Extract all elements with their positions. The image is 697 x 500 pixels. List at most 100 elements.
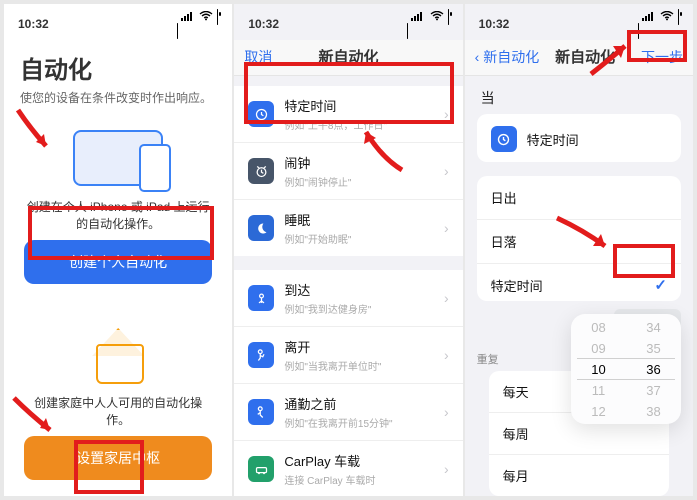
nav-title: 新自动化 — [318, 46, 378, 67]
row-sub: 例如"开始助眠" — [284, 231, 434, 246]
option-sunset[interactable]: 日落 — [477, 220, 681, 264]
status-bar: 10:32 — [4, 4, 232, 40]
repeat-option-label: 每月 — [503, 466, 655, 485]
option-specific[interactable]: 特定时间 ✓ — [477, 264, 681, 301]
option-label: 日出 — [491, 188, 667, 207]
phone-screen-3: 10:32 ‹ 新自动化 新自动化 下一步 当 特定时间 — [465, 4, 693, 496]
row-title: 通勤之前 — [284, 394, 434, 413]
devices-icon — [73, 130, 163, 186]
personal-automation-card: 创建在个人 iPhone 或 iPad 上运行的自动化操作。 创建个人自动化 — [18, 120, 218, 294]
leave-icon — [248, 342, 274, 368]
phone-screen-2: 10:32 取消 新自动化 特定时间例如"上午8点，工作日"›闹钟例如"闹钟停止… — [234, 4, 462, 496]
row-sub: 例如"在我离开前15分钟" — [284, 415, 434, 430]
status-indicators — [638, 10, 679, 38]
row-sub: 例如"上午8点，工作日" — [284, 117, 434, 132]
option-label: 日落 — [491, 232, 667, 251]
row-title: 闹钟 — [284, 153, 434, 172]
nav-bar: 取消 新自动化 — [234, 40, 462, 76]
chevron-right-icon: › — [444, 290, 449, 306]
personal-desc: 创建在个人 iPhone 或 iPad 上运行的自动化操作。 — [24, 198, 212, 232]
clock-icon — [491, 126, 517, 152]
picker-value[interactable]: 38 — [646, 401, 660, 422]
signal-icon — [411, 11, 422, 21]
wifi-icon — [199, 10, 213, 24]
wifi-icon — [660, 10, 674, 24]
trigger-row-moon[interactable]: 睡眠例如"开始助眠" › — [234, 200, 462, 256]
trigger-row-clock[interactable]: 特定时间例如"上午8点，工作日" › — [234, 86, 462, 143]
create-personal-button[interactable]: 创建个人自动化 — [24, 240, 212, 284]
picker-mins[interactable]: 3435363738 — [626, 314, 681, 424]
trigger-row-car[interactable]: CarPlay 车载连接 CarPlay 车载时 › — [234, 441, 462, 496]
trigger-group-time: 特定时间例如"上午8点，工作日" › 闹钟例如"闹钟停止" › 睡眠例如"开始助眠" › — [234, 86, 462, 256]
trigger-group-location: 到达例如"我到达健身房"›离开例如"当我离开单位时"›通勤之前例如"在我离开前1… — [234, 270, 462, 496]
cancel-button[interactable]: 取消 — [244, 47, 296, 67]
chevron-right-icon: › — [444, 220, 449, 236]
status-time: 10:32 — [18, 17, 49, 31]
nav-title: 新自动化 — [555, 46, 615, 67]
section-when: 当 — [465, 76, 693, 114]
picker-value[interactable]: 37 — [646, 380, 660, 401]
row-sub: 例如"闹钟停止" — [284, 174, 434, 189]
row-sub: 连接 CarPlay 车载时 — [284, 472, 434, 487]
picker-hours[interactable]: 0809101112 — [571, 314, 626, 424]
chevron-right-icon: › — [444, 106, 449, 122]
setup-home-button[interactable]: 设置家居中枢 — [24, 436, 212, 480]
picker-value[interactable]: 10 — [591, 359, 605, 380]
trigger-label: 特定时间 — [527, 130, 667, 149]
status-bar: 10:32 — [465, 4, 693, 40]
picker-value[interactable]: 35 — [646, 338, 660, 359]
back-button[interactable]: ‹ 新自动化 — [475, 47, 540, 67]
status-indicators — [407, 10, 448, 38]
moon-icon — [248, 215, 274, 241]
home-icon — [86, 326, 150, 384]
picker-value[interactable]: 09 — [591, 338, 605, 359]
check-icon: ✓ — [654, 276, 667, 294]
repeat-monthly[interactable]: 每月 — [489, 455, 669, 496]
chevron-right-icon: › — [444, 163, 449, 179]
row-title: 睡眠 — [284, 210, 434, 229]
picker-value[interactable]: 08 — [591, 317, 605, 338]
row-title: 到达 — [284, 280, 434, 299]
phone-screen-1: 10:32 自动化 使您的设备在条件改变时作出响应。 创建在个人 iPhone … — [4, 4, 232, 496]
signal-icon — [181, 11, 192, 21]
car-icon — [248, 456, 274, 482]
page-subtitle: 使您的设备在条件改变时作出响应。 — [4, 89, 232, 120]
alarm-icon — [248, 158, 274, 184]
home-automation-card: 创建家庭中人人可用的自动化操作。 设置家居中枢 — [18, 308, 218, 490]
option-label: 特定时间 — [491, 276, 645, 295]
nav-bar: ‹ 新自动化 新自动化 下一步 — [465, 40, 693, 76]
status-bar: 10:32 — [234, 4, 462, 40]
page-title: 自动化 — [4, 40, 232, 89]
repeat-option-label: 每周 — [503, 424, 655, 443]
next-button[interactable]: 下一步 — [631, 47, 683, 67]
row-title: CarPlay 车载 — [284, 451, 434, 470]
row-title: 特定时间 — [284, 96, 434, 115]
picker-value[interactable]: 34 — [646, 317, 660, 338]
row-sub: 例如"我到达健身房" — [284, 301, 434, 316]
chevron-left-icon: ‹ — [475, 49, 484, 65]
picker-value[interactable]: 11 — [592, 380, 606, 401]
trigger-row-commute[interactable]: 通勤之前例如"在我离开前15分钟" › — [234, 384, 462, 441]
home-desc: 创建家庭中人人可用的自动化操作。 — [24, 394, 212, 428]
row-title: 离开 — [284, 337, 434, 356]
option-sunrise[interactable]: 日出 — [477, 176, 681, 220]
chevron-right-icon: › — [444, 347, 449, 363]
picker-value[interactable]: 36 — [646, 359, 660, 380]
status-time: 10:32 — [248, 17, 279, 31]
chevron-right-icon: › — [444, 461, 449, 477]
wifi-icon — [430, 10, 444, 24]
trigger-row-leave[interactable]: 离开例如"当我离开单位时" › — [234, 327, 462, 384]
time-picker[interactable]: 0809101112 3435363738 — [571, 314, 681, 424]
chevron-right-icon: › — [444, 404, 449, 420]
trigger-row-arrive[interactable]: 到达例如"我到达健身房" › — [234, 270, 462, 327]
row-sub: 例如"当我离开单位时" — [284, 358, 434, 373]
trigger-card: 特定时间 — [477, 114, 681, 162]
signal-icon — [642, 11, 653, 21]
status-time: 10:32 — [479, 17, 510, 31]
arrive-icon — [248, 285, 274, 311]
clock-icon — [248, 101, 274, 127]
time-options-card: 日出 日落 特定时间 ✓ — [477, 176, 681, 301]
trigger-row-alarm[interactable]: 闹钟例如"闹钟停止" › — [234, 143, 462, 200]
picker-value[interactable]: 12 — [591, 401, 605, 422]
status-indicators — [177, 10, 218, 38]
